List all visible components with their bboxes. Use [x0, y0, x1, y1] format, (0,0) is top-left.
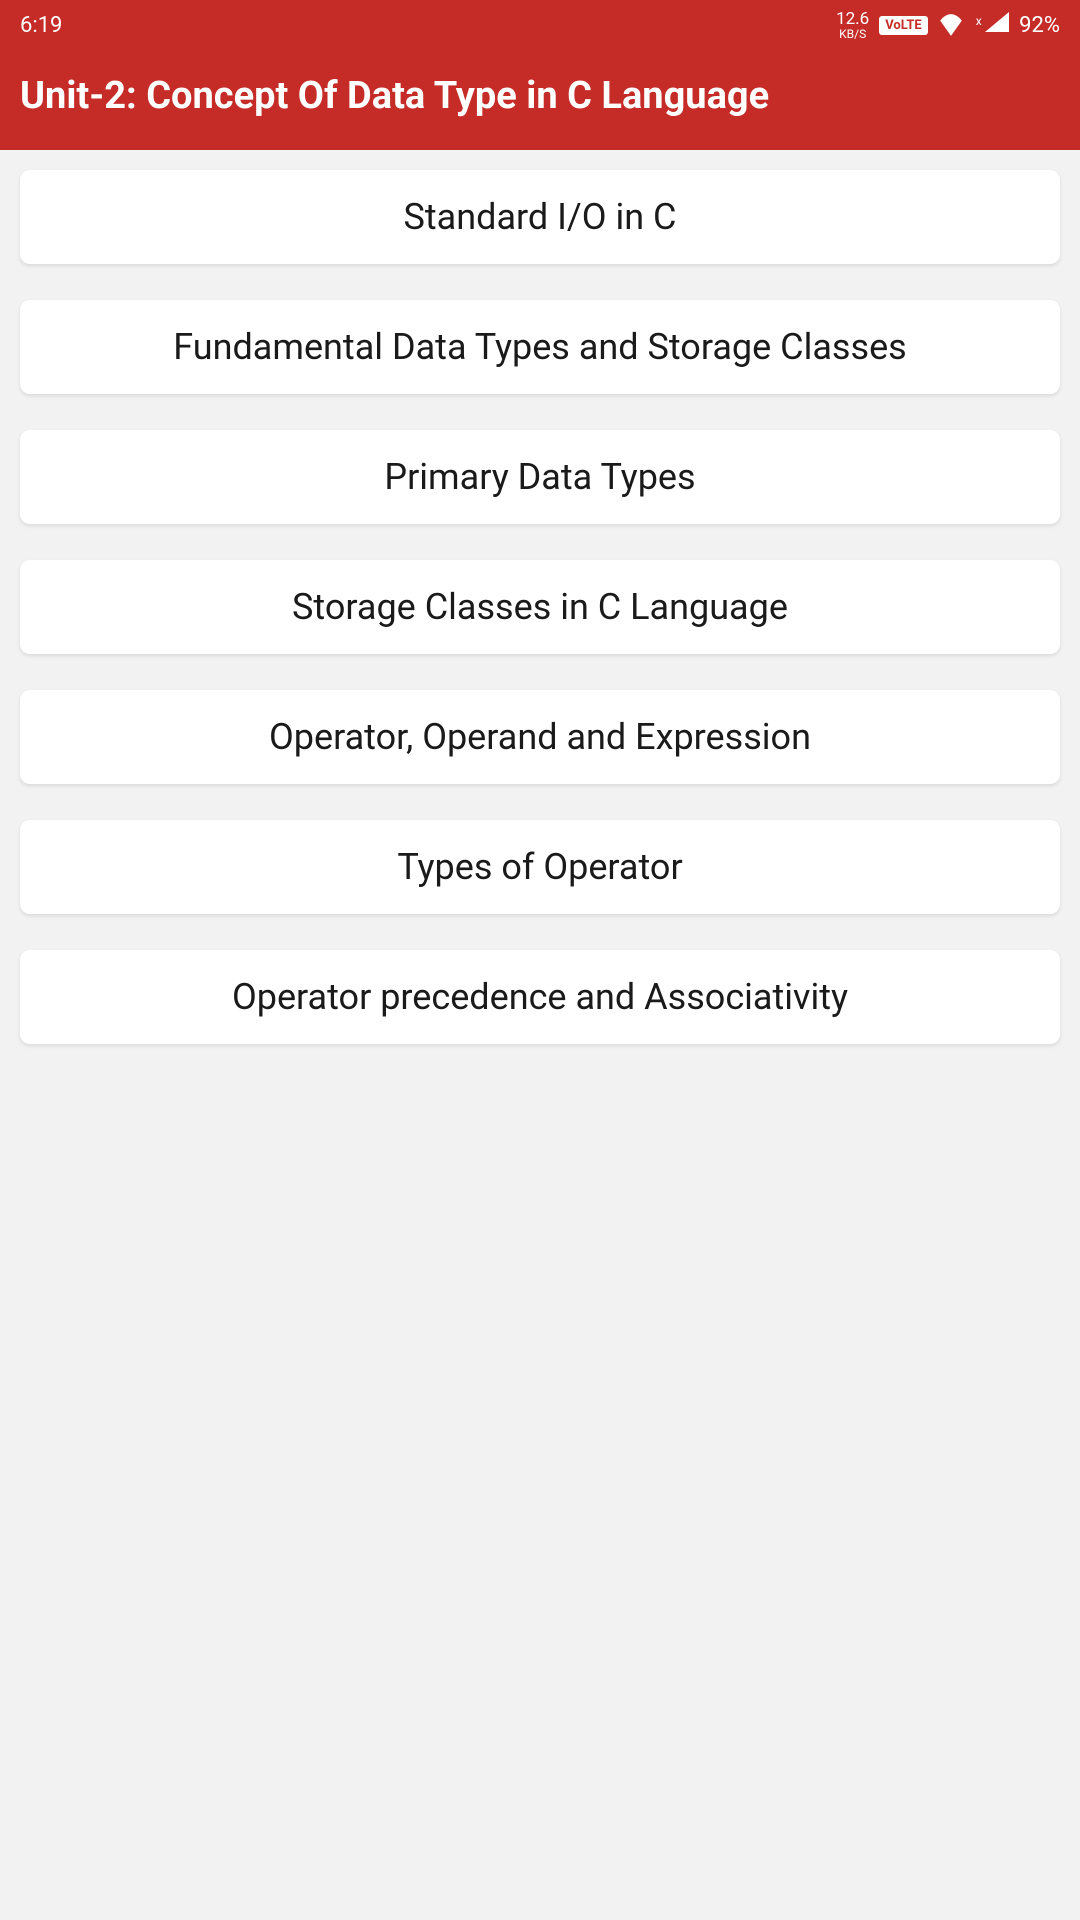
signal-icon — [985, 11, 1009, 33]
volte-icon: VoLTE — [879, 16, 928, 35]
page-title: Unit-2: Concept Of Data Type in C Langua… — [20, 74, 1060, 118]
list-item-operator-operand[interactable]: Operator, Operand and Expression — [20, 690, 1060, 784]
network-speed-unit: KB/S — [839, 28, 866, 40]
list-item-standard-io[interactable]: Standard I/O in C — [20, 170, 1060, 264]
wifi-icon — [938, 14, 964, 36]
list-item-types-of-operator[interactable]: Types of Operator — [20, 820, 1060, 914]
status-right: 12.6 KB/S VoLTE x 92% — [836, 11, 1060, 40]
list-item-primary-data-types[interactable]: Primary Data Types — [20, 430, 1060, 524]
network-speed-value: 12.6 — [836, 11, 869, 28]
signal-container: x — [974, 11, 1009, 39]
status-bar: 6:19 12.6 KB/S VoLTE x 92% — [0, 0, 1080, 50]
signal-x-icon: x — [976, 14, 982, 28]
app-bar: Unit-2: Concept Of Data Type in C Langua… — [0, 50, 1080, 150]
status-time: 6:19 — [20, 13, 62, 38]
network-speed: 12.6 KB/S — [836, 11, 869, 40]
list-item-storage-classes[interactable]: Storage Classes in C Language — [20, 560, 1060, 654]
battery-percentage: 92% — [1019, 13, 1060, 38]
list-item-fundamental-data-types[interactable]: Fundamental Data Types and Storage Class… — [20, 300, 1060, 394]
content-list: Standard I/O in C Fundamental Data Types… — [0, 150, 1080, 1100]
list-item-operator-precedence[interactable]: Operator precedence and Associativity — [20, 950, 1060, 1044]
